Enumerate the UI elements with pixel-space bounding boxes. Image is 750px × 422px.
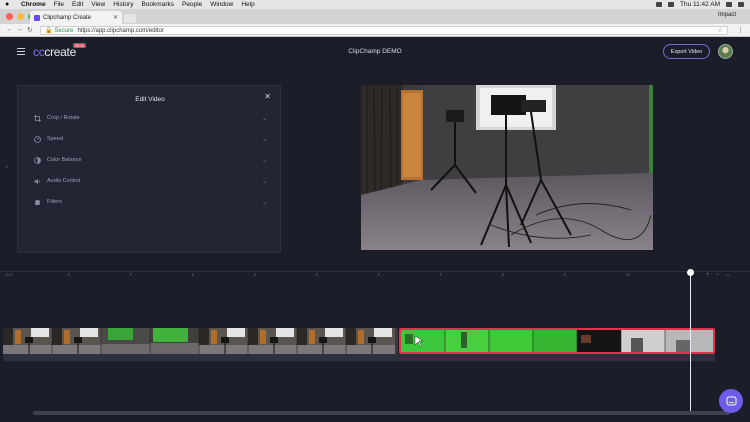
edit-item-label: Speed (47, 136, 63, 142)
playhead-line (690, 272, 691, 412)
playhead-handle[interactable] (687, 269, 694, 276)
status-area: Thu 11:42 AM (656, 1, 750, 8)
edit-item-crop-rotate[interactable]: Crop / Rotate ⌄ (33, 112, 267, 124)
video-preview[interactable] (361, 85, 653, 250)
chevron-down-icon: ⌄ (261, 157, 267, 164)
menu-help[interactable]: Help (241, 1, 254, 8)
export-video-button[interactable]: Export Video (663, 44, 710, 59)
browser-toolbar: ← → ↻ 🔒 Secure https://app.clipchamp.com… (0, 24, 750, 37)
timeline-clip[interactable] (3, 328, 398, 354)
edit-item-label: Crop / Rotate (47, 115, 80, 121)
edit-item-label: Filters (47, 199, 62, 205)
macos-menubar: ● Chrome File Edit View History Bookmark… (0, 0, 750, 9)
video-frame-image (361, 85, 653, 250)
clipchamp-favicon-icon (34, 14, 40, 21)
edit-item-speed[interactable]: Speed ⌄ (33, 133, 267, 145)
close-window-icon[interactable] (6, 13, 13, 20)
timeline-tick: 0:00 (6, 273, 13, 277)
audio-track[interactable] (3, 354, 715, 361)
tab-title: Clipchamp Create (43, 14, 92, 21)
timeline-tick: 4 (254, 273, 256, 277)
timeline-tick: 2 (130, 273, 132, 277)
collapse-left-icon[interactable]: « (5, 164, 9, 171)
timeline-clip-selected[interactable] (399, 328, 715, 354)
clip-thumbnails (401, 330, 713, 352)
edit-item-filters[interactable]: Filters ⌄ (33, 196, 267, 208)
menu-people[interactable]: People (182, 1, 202, 8)
chevron-down-icon: ⌄ (261, 115, 267, 122)
battery-icon[interactable] (668, 2, 674, 7)
project-title[interactable]: ClipChamp DEMO (0, 48, 750, 55)
timeline-tick: 5 (316, 273, 318, 277)
chat-icon (726, 396, 736, 405)
menu-window[interactable]: Window (210, 1, 233, 8)
color-balance-icon (33, 156, 41, 164)
menu-file[interactable]: File (54, 1, 64, 8)
url-text: https://app.clipchamp.com/editor (77, 27, 164, 34)
timeline-tick: 9 (564, 273, 566, 277)
minimize-window-icon[interactable] (17, 13, 24, 20)
close-icon[interactable]: ✕ (264, 92, 271, 101)
browser-menu-icon[interactable]: ⋮ (737, 26, 744, 34)
secure-label: Secure (54, 27, 74, 34)
app-header: cccreate BETA ClipChamp DEMO Export Vide… (0, 37, 750, 67)
edit-video-panel: Edit Video ✕ Crop / Rotate ⌄ Speed ⌄ Col… (17, 85, 281, 253)
edit-item-color-balance[interactable]: Color Balance ⌄ (33, 154, 267, 166)
crop-icon (33, 114, 41, 122)
edit-item-audio-control[interactable]: Audio Control ⌄ (33, 175, 267, 187)
timeline-tick: 8 (502, 273, 504, 277)
browser-tabbar: Clipchamp Create ✕ Impact (0, 9, 750, 24)
chat-support-button[interactable] (719, 389, 743, 413)
menu-app[interactable]: Chrome (21, 1, 46, 8)
clock[interactable]: Thu 11:42 AM (680, 1, 720, 8)
reload-icon[interactable]: ↻ (27, 26, 33, 34)
edit-item-label: Color Balance (47, 157, 82, 163)
browser-tab[interactable]: Clipchamp Create ✕ (30, 11, 122, 24)
timeline-tick: 1 (68, 273, 70, 277)
forward-icon[interactable]: → (16, 26, 23, 33)
timeline-ruler[interactable]: 0:00 1 2 3 4 5 6 7 8 9 10 (0, 271, 750, 281)
zoom-out-icon[interactable]: − (716, 272, 720, 278)
clip-thumbnails (3, 328, 396, 354)
speed-icon (33, 135, 41, 143)
address-bar[interactable]: 🔒 Secure https://app.clipchamp.com/edito… (40, 26, 728, 35)
user-avatar[interactable] (718, 44, 733, 59)
menu-edit[interactable]: Edit (72, 1, 83, 8)
search-icon[interactable] (726, 2, 732, 7)
zoom-in-icon[interactable]: + (706, 272, 710, 278)
timeline-zoom-controls: + − ↔ (706, 272, 731, 278)
lock-icon: 🔒 (45, 28, 53, 34)
timeline-tick: 10 (626, 273, 630, 277)
timeline-scrollbar[interactable] (33, 411, 730, 415)
edit-panel-title: Edit Video (135, 96, 165, 103)
new-tab-button[interactable] (124, 14, 136, 23)
timeline-tick: 3 (192, 273, 194, 277)
chevron-down-icon: ⌄ (261, 199, 267, 206)
chevron-down-icon: ⌄ (261, 178, 267, 185)
apple-icon[interactable]: ● (5, 1, 13, 8)
chevron-down-icon: ⌄ (261, 136, 267, 143)
timeline-tick: 7 (440, 273, 442, 277)
menu-history[interactable]: History (113, 1, 133, 8)
edit-item-label: Audio Control (47, 178, 81, 184)
menu-view[interactable]: View (91, 1, 105, 8)
bookmark-star-icon[interactable]: ☆ (718, 27, 723, 34)
audio-icon (33, 177, 41, 185)
profile-name[interactable]: Impact (718, 12, 736, 18)
close-tab-icon[interactable]: ✕ (113, 14, 118, 21)
timeline-tick: 6 (378, 273, 380, 277)
menu-list-icon[interactable] (738, 2, 744, 7)
wifi-icon[interactable] (656, 2, 662, 7)
back-icon[interactable]: ← (6, 26, 13, 33)
filters-icon (33, 198, 41, 206)
menu-bookmarks[interactable]: Bookmarks (141, 1, 174, 8)
fit-timeline-icon[interactable]: ↔ (725, 272, 731, 278)
